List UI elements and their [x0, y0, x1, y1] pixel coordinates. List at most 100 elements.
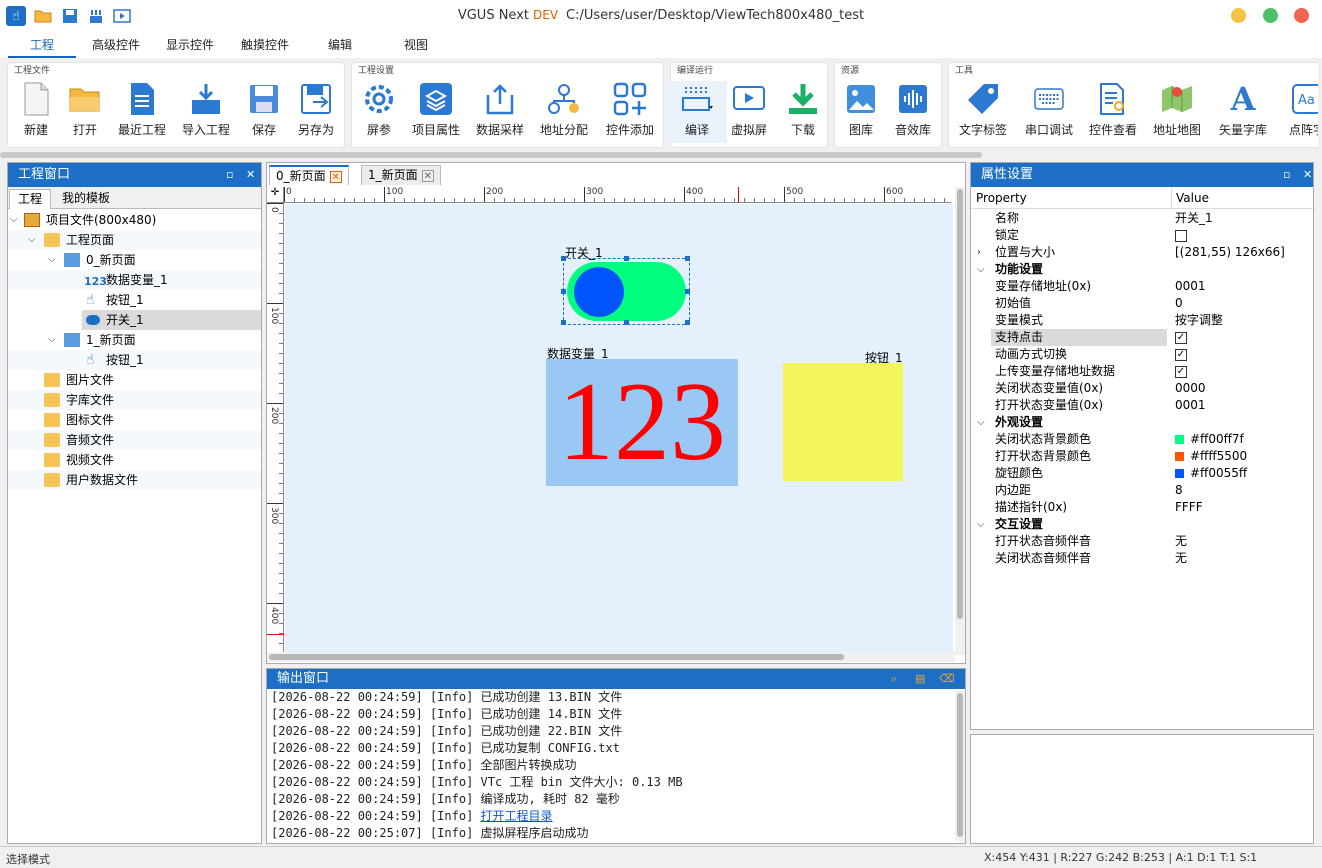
vector-font-button[interactable]: A 矢量字库 — [1213, 80, 1273, 143]
property-value[interactable]: 8 — [1175, 482, 1183, 499]
open-project-dir-link[interactable]: 打开工程目录 — [481, 809, 553, 823]
expander-icon[interactable]: ⌵ — [977, 516, 985, 533]
property-value[interactable]: [(281,55) 126x66] — [1175, 244, 1285, 261]
property-value[interactable]: 无 — [1175, 533, 1187, 550]
checkbox[interactable] — [1175, 229, 1187, 242]
resize-handle[interactable] — [685, 256, 690, 261]
horizontal-scrollbar[interactable] — [267, 652, 955, 662]
menu-touch-controls[interactable]: 触摸控件 — [231, 32, 299, 58]
property-category[interactable]: ⌵ 交互设置 — [971, 516, 1313, 533]
property-value[interactable]: ✓ — [1175, 329, 1187, 346]
property-row[interactable]: 打开状态变量值(0x) 0001 — [971, 397, 1313, 414]
property-value[interactable]: ✓ — [1175, 346, 1187, 363]
property-row[interactable]: 描述指针(0x) FFFF — [971, 499, 1313, 516]
expander-icon[interactable]: › — [977, 244, 981, 261]
switch-widget[interactable] — [561, 256, 690, 325]
serial-debug-button[interactable]: 串口调试 — [1019, 81, 1079, 143]
menu-display-controls[interactable]: 显示控件 — [156, 32, 224, 58]
property-value[interactable] — [1175, 227, 1187, 244]
sound-library-button[interactable]: 音效库 — [883, 81, 943, 143]
virtual-screen-button[interactable]: 虚拟屏 — [719, 81, 779, 143]
tree-item-images[interactable]: 图片文件 — [8, 370, 261, 390]
close-button[interactable] — [1294, 8, 1309, 23]
property-value[interactable]: #ff0055ff — [1175, 465, 1247, 482]
save-button[interactable]: 保存 — [234, 81, 294, 143]
property-value[interactable]: ✓ — [1175, 363, 1187, 380]
tree-item-pages[interactable]: ⌵ 工程页面 — [8, 230, 261, 250]
tree-item-icons[interactable]: 图标文件 — [8, 410, 261, 430]
property-value[interactable]: FFFF — [1175, 499, 1203, 516]
property-value[interactable]: 0001 — [1175, 397, 1206, 414]
checkbox[interactable]: ✓ — [1175, 365, 1187, 378]
page-canvas[interactable]: 开关_1 数据变量_1 123 按钮_1 — [285, 204, 953, 652]
close-icon[interactable]: ✕ — [1303, 163, 1312, 187]
property-row[interactable]: 锁定 — [971, 227, 1313, 244]
resize-handle[interactable] — [561, 320, 566, 325]
property-value[interactable]: 0001 — [1175, 278, 1206, 295]
expander-icon[interactable]: ⌵ — [977, 261, 985, 278]
property-row[interactable]: 关闭状态背景颜色 #ff00ff7f — [971, 431, 1313, 448]
resize-handle[interactable] — [561, 256, 566, 261]
property-row[interactable]: 打开状态背景颜色 #ffff5500 — [971, 448, 1313, 465]
tree-item-switch[interactable]: 开关_1 — [82, 310, 261, 330]
recent-projects-button[interactable]: 最近工程 — [112, 81, 172, 143]
property-category[interactable]: ⌵ 外观设置 — [971, 414, 1313, 431]
control-view-button[interactable]: 控件查看 — [1083, 81, 1143, 143]
property-row[interactable]: 关闭状态音频伴音 无 — [971, 550, 1313, 567]
tree-item-user-data[interactable]: 用户数据文件 — [8, 470, 261, 490]
add-control-button[interactable]: 控件添加 — [600, 81, 660, 143]
property-row[interactable]: 上传变量存储地址数据 ✓ — [971, 363, 1313, 380]
property-row[interactable]: 支持点击 ✓ — [971, 329, 1313, 346]
expander-icon[interactable]: ⌵ — [977, 414, 985, 431]
checkbox[interactable]: ✓ — [1175, 348, 1187, 361]
property-row[interactable]: 内边距 8 — [971, 482, 1313, 499]
menu-view[interactable]: 视图 — [386, 32, 446, 58]
property-row[interactable]: 旋钮颜色 #ff0055ff — [971, 465, 1313, 482]
resize-handle[interactable] — [685, 320, 690, 325]
resize-handle[interactable] — [624, 256, 629, 261]
tree-item-audio[interactable]: 音频文件 — [8, 430, 261, 450]
property-value[interactable]: #ff00ff7f — [1175, 431, 1244, 448]
tab-project[interactable]: 工程 — [9, 189, 52, 209]
checkbox[interactable]: ✓ — [1175, 331, 1187, 344]
preview-icon[interactable] — [112, 6, 132, 26]
property-row[interactable]: 名称 开关_1 — [971, 210, 1313, 227]
menu-project[interactable]: 工程 — [8, 32, 76, 58]
search-icon[interactable]: ⌕ — [891, 669, 897, 689]
screen-params-button[interactable]: 屏参 — [349, 81, 409, 143]
resize-handle[interactable] — [685, 289, 690, 294]
clear-icon[interactable]: ⌫ — [939, 669, 955, 689]
property-row[interactable]: 初始值 0 — [971, 295, 1313, 312]
property-value[interactable]: 0000 — [1175, 380, 1206, 397]
property-row[interactable]: 关闭状态变量值(0x) 0000 — [971, 380, 1313, 397]
save-icon[interactable] — [60, 6, 80, 26]
tree-item-fonts[interactable]: 字库文件 — [8, 390, 261, 410]
tree-item-page-0[interactable]: ⌵ 0_新页面 — [8, 250, 261, 270]
data-sampling-button[interactable]: 数据采样 — [470, 81, 530, 143]
float-icon[interactable]: ▫ — [1283, 163, 1290, 187]
compile-button[interactable]: 编译 — [667, 81, 727, 143]
open-folder-icon[interactable] — [33, 6, 53, 26]
close-icon[interactable]: ✕ — [246, 163, 255, 187]
tree-item-project[interactable]: ⌵ 项目文件(800x480) — [8, 210, 261, 230]
property-row[interactable]: 打开状态音频伴音 无 — [971, 533, 1313, 550]
bitmap-font-button[interactable]: Aa 点阵字 — [1277, 81, 1318, 143]
property-row[interactable]: › 位置与大小 [(281,55) 126x66] — [971, 244, 1313, 261]
tab-page-0[interactable]: 0_新页面 ✕ — [269, 165, 349, 185]
resize-handle[interactable] — [561, 289, 566, 294]
ribbon-scrollbar[interactable] — [0, 152, 982, 158]
close-icon[interactable]: ✕ — [421, 170, 434, 182]
property-category[interactable]: ⌵ 功能设置 — [971, 261, 1313, 278]
property-value[interactable]: 无 — [1175, 550, 1187, 567]
address-allocation-button[interactable]: 地址分配 — [534, 81, 594, 143]
output-scrollbar[interactable] — [955, 691, 965, 841]
property-row[interactable]: 变量存储地址(0x) 0001 — [971, 278, 1313, 295]
tree-item-number-var[interactable]: 123 数据变量_1 — [8, 270, 261, 290]
property-value[interactable]: 0 — [1175, 295, 1183, 312]
save-as-button[interactable]: 另存为 — [286, 81, 346, 143]
project-properties-button[interactable]: 项目属性 — [406, 81, 466, 143]
tree-item-button[interactable]: ☝ 按钮_1 — [8, 290, 261, 310]
close-icon[interactable]: ✕ — [329, 171, 342, 183]
tab-my-templates[interactable]: 我的模板 — [54, 189, 118, 209]
vertical-scrollbar[interactable] — [955, 187, 965, 655]
